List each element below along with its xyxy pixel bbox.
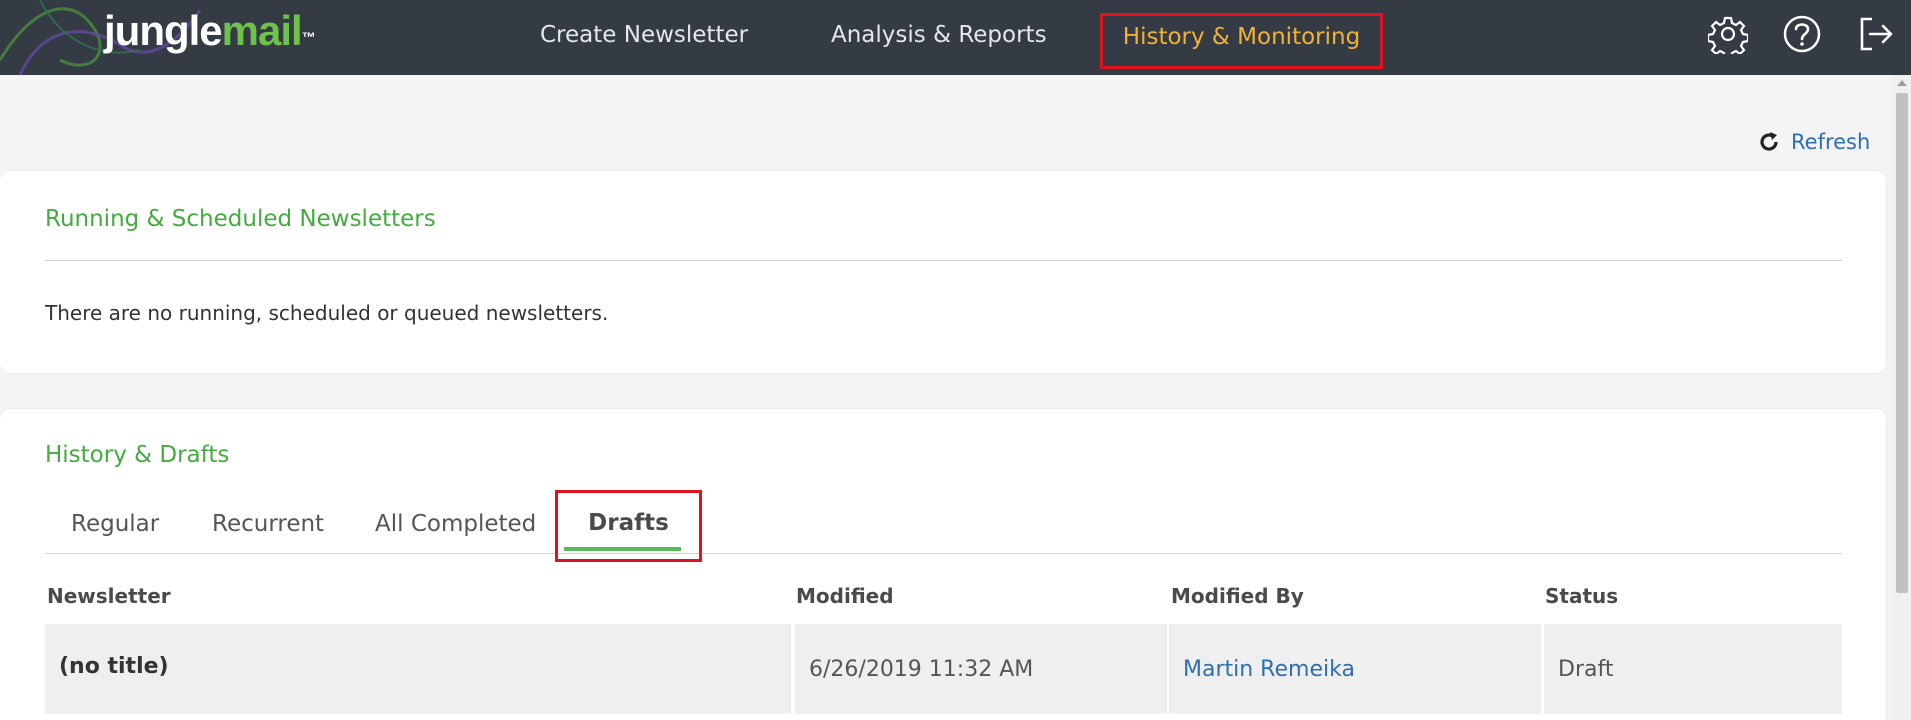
logo-text-mail: mail xyxy=(221,7,303,54)
tab-regular[interactable]: Regular xyxy=(71,494,159,554)
help-icon[interactable] xyxy=(1782,14,1822,54)
column-header-modified-by[interactable]: Modified By xyxy=(1171,584,1304,608)
logo-text-jungle: jungle xyxy=(104,7,223,54)
refresh-button[interactable]: Refresh xyxy=(1757,127,1870,157)
drafts-table: Newsletter Modified Modified By Status (… xyxy=(45,584,1842,714)
tab-all-completed[interactable]: All Completed xyxy=(375,494,536,554)
cell-modified-by-link[interactable]: Martin Remeika xyxy=(1169,624,1541,714)
nav-history-monitoring[interactable]: History & Monitoring xyxy=(1100,13,1383,69)
vertical-scrollbar[interactable] xyxy=(1893,75,1911,720)
nav-analysis-reports[interactable]: Analysis & Reports xyxy=(831,0,1047,70)
scroll-up-arrow-icon[interactable] xyxy=(1897,80,1907,86)
refresh-icon xyxy=(1760,132,1778,151)
history-tabs: Regular Recurrent All Completed Drafts xyxy=(45,490,1842,562)
history-drafts-panel: History & Drafts Regular Recurrent All C… xyxy=(0,409,1886,720)
refresh-label: Refresh xyxy=(1791,130,1871,154)
running-scheduled-title: Running & Scheduled Newsletters xyxy=(45,206,436,232)
tab-drafts-label: Drafts xyxy=(588,510,669,536)
active-tab-indicator xyxy=(564,547,681,551)
gear-icon[interactable] xyxy=(1708,14,1748,54)
empty-state-message: There are no running, scheduled or queue… xyxy=(45,301,609,325)
logo-trademark: ™ xyxy=(301,29,316,45)
table-row[interactable]: (no title) 6/26/2019 11:32 AM Martin Rem… xyxy=(45,624,1842,714)
divider xyxy=(45,260,1842,261)
app-logo[interactable]: junglemail™ xyxy=(104,6,316,56)
logout-icon[interactable] xyxy=(1856,14,1896,54)
cell-status: Draft xyxy=(1544,624,1842,714)
column-header-modified[interactable]: Modified xyxy=(796,584,894,608)
scrollbar-thumb[interactable] xyxy=(1896,93,1908,593)
cell-modified-date: 6/26/2019 11:32 AM xyxy=(795,624,1167,714)
top-navigation-bar: junglemail™ Create Newsletter Analysis &… xyxy=(0,0,1911,75)
tab-drafts[interactable]: Drafts xyxy=(555,490,702,562)
history-drafts-title: History & Drafts xyxy=(45,442,230,468)
cell-newsletter-title[interactable]: (no title) xyxy=(45,624,791,714)
running-scheduled-panel: Running & Scheduled Newsletters There ar… xyxy=(0,171,1886,373)
nav-create-newsletter[interactable]: Create Newsletter xyxy=(540,0,748,70)
table-header: Newsletter Modified Modified By Status xyxy=(45,584,1842,624)
column-header-status[interactable]: Status xyxy=(1545,584,1618,608)
tab-recurrent[interactable]: Recurrent xyxy=(212,494,324,554)
column-header-newsletter[interactable]: Newsletter xyxy=(47,584,171,608)
